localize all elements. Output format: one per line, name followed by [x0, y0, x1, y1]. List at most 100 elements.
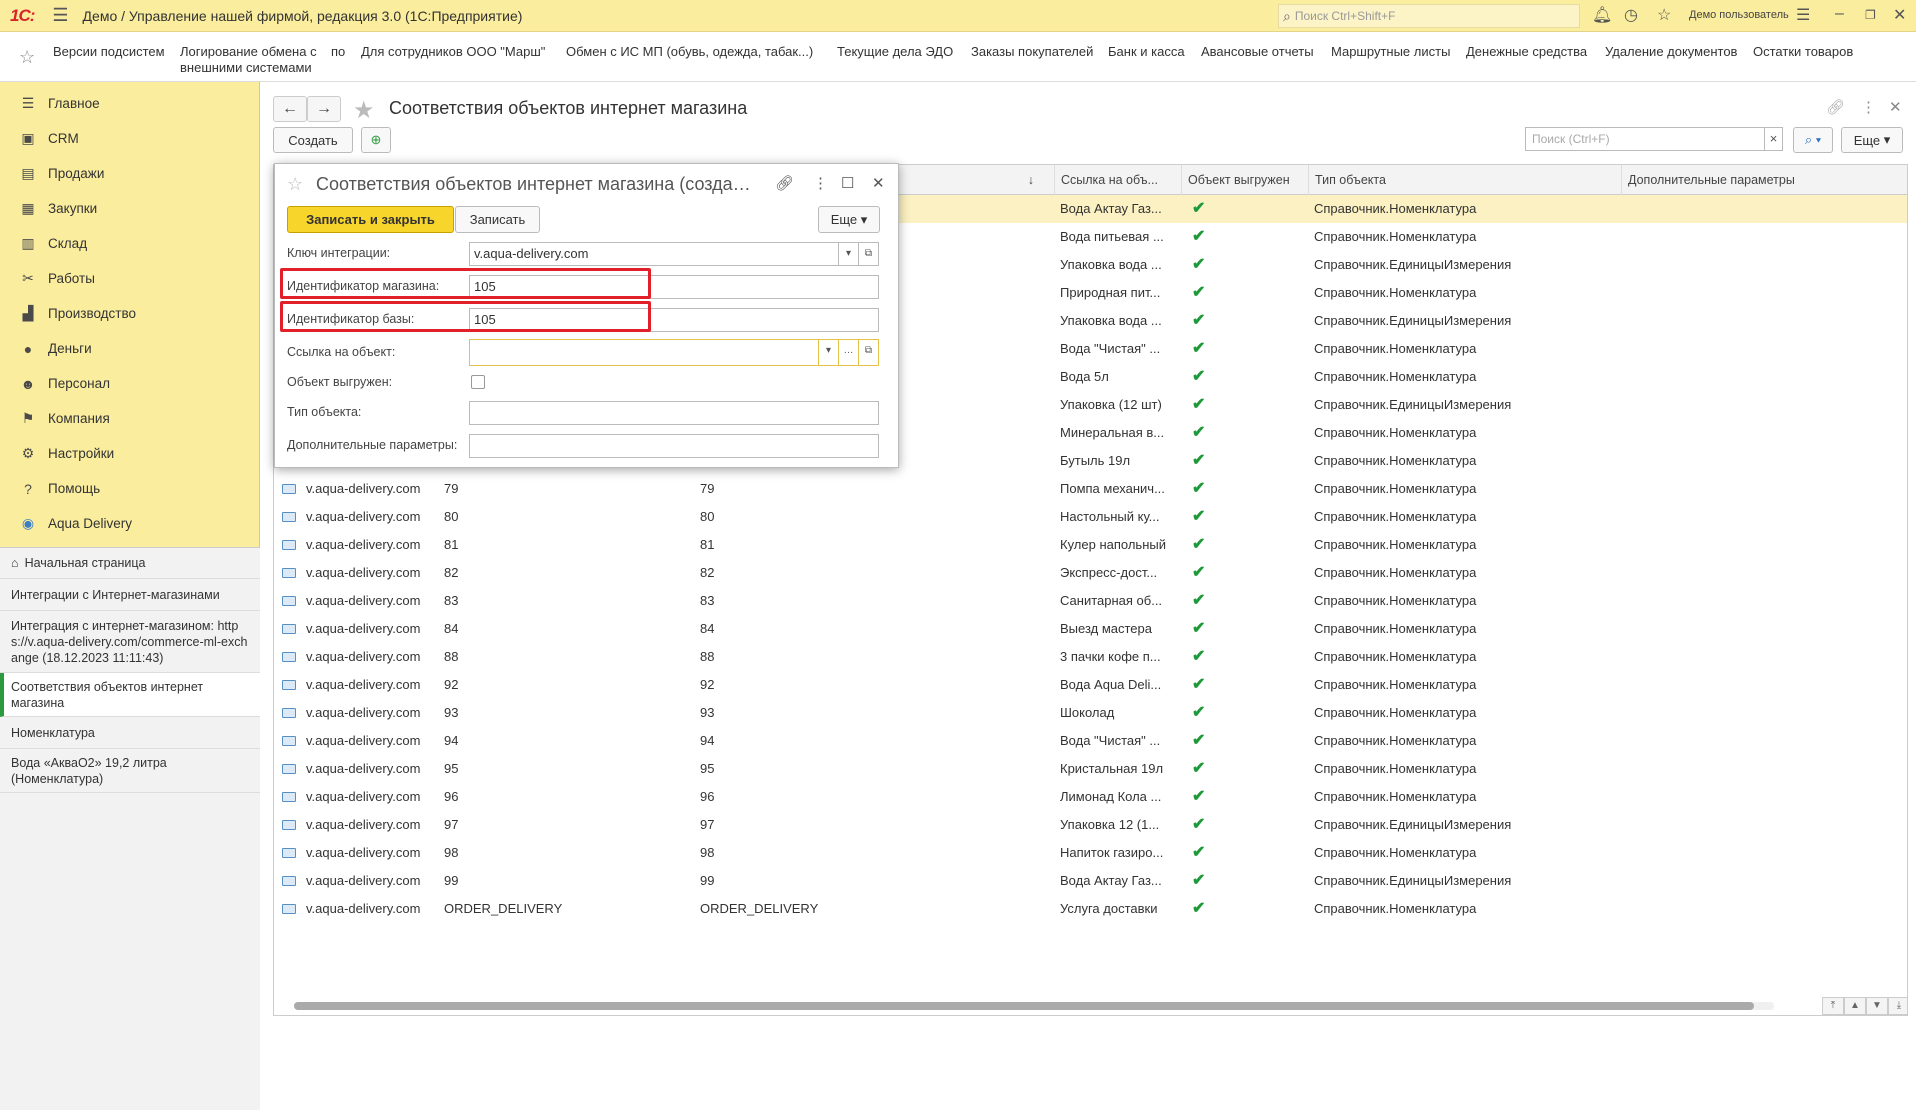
sidebar-item-purchases[interactable]: ▦ Закупки [0, 191, 260, 226]
fav-link[interactable]: Денежные средства [1466, 44, 1587, 59]
forward-button[interactable]: → [307, 96, 341, 122]
table-row[interactable]: v.aqua-delivery.com 83 83 Санитарная об... ✔… [274, 587, 1907, 615]
sidebar-item-sales[interactable]: ▤ Продажи [0, 156, 260, 191]
column-header-params[interactable]: Дополнительные параметры [1621, 165, 1907, 195]
clear-search-button[interactable]: × [1765, 127, 1783, 151]
list-search-input[interactable]: Поиск (Ctrl+F) [1525, 127, 1765, 151]
fav-link[interactable]: Авансовые отчеты [1201, 44, 1314, 59]
minimize-icon[interactable]: – [1835, 5, 1844, 23]
table-row[interactable]: v.aqua-delivery.com 88 88 3 пачки кофе п...… [274, 643, 1907, 671]
table-row[interactable]: v.aqua-delivery.com 94 94 Вода "Чистая" ...… [274, 727, 1907, 755]
sidebar-item-help[interactable]: ? Помощь [0, 471, 260, 506]
integration-key-field[interactable]: v.aqua-delivery.com [469, 242, 839, 266]
table-row[interactable]: v.aqua-delivery.com 93 93 Шоколад ✔ Справочни… [274, 699, 1907, 727]
table-row[interactable]: v.aqua-delivery.com ORDER_DELIVERY ORDER_D… [274, 895, 1907, 923]
dropdown-icon[interactable]: ▾ [819, 339, 839, 366]
open-window-item[interactable]: Вода «АкваО2» 19,2 литра (Номенклатура) [0, 749, 260, 793]
favorites-star-icon[interactable]: ☆ [1657, 5, 1671, 25]
open-window-item[interactable]: Интеграции с Интернет-магазинами [0, 579, 260, 611]
table-row[interactable]: v.aqua-delivery.com 95 95 Кристальная 19л ✔ С… [274, 755, 1907, 783]
search-button[interactable]: ⌕ ▾ [1793, 127, 1833, 153]
link-icon[interactable]: 🔗︎ [775, 174, 794, 192]
table-row[interactable]: v.aqua-delivery.com 92 92 Вода Aqua Deli...… [274, 671, 1907, 699]
dialog-more-button[interactable]: Еще ▾ [818, 206, 880, 233]
column-header-uploaded[interactable]: Объект выгружен [1181, 165, 1308, 195]
settings-menu-icon[interactable]: ☰ [1796, 5, 1810, 25]
object-link-field[interactable] [469, 339, 819, 366]
bell-icon[interactable]: 🔔︎ [1592, 5, 1612, 25]
params-field[interactable] [469, 434, 879, 458]
fav-link[interactable]: Логирование обмена с [180, 44, 317, 59]
fav-link[interactable]: Обмен с ИС МП (обувь, одежда, табак...) [566, 44, 813, 59]
table-row[interactable]: v.aqua-delivery.com 99 99 Вода Актау Газ...… [274, 867, 1907, 895]
sidebar-item-works[interactable]: ✂ Работы [0, 261, 260, 296]
create-button[interactable]: Создать [273, 127, 353, 153]
maximize-icon[interactable]: ❐ [1865, 8, 1876, 22]
more-button[interactable]: Еще ▾ [1841, 127, 1903, 153]
column-header-link[interactable]: Ссылка на объ... [1054, 165, 1181, 195]
sidebar-item-warehouse[interactable]: ▥ Склад [0, 226, 260, 261]
sidebar-item-aqua-delivery[interactable]: ◉ Aqua Delivery [0, 506, 260, 541]
fav-link-line2[interactable]: внешними системами [180, 60, 312, 75]
fav-link[interactable]: Для сотрудников ООО "Марш" [361, 44, 545, 59]
fav-link[interactable]: Заказы покупателей [971, 44, 1093, 59]
fav-link[interactable]: Текущие дела ЭДО [837, 44, 953, 59]
favorites-star-icon[interactable]: ☆ [19, 47, 35, 68]
table-row[interactable]: v.aqua-delivery.com 98 98 Напиток газиро...… [274, 839, 1907, 867]
fav-link[interactable]: Удаление документов [1605, 44, 1737, 59]
open-window-home[interactable]: ⌂ Начальная страница [0, 548, 260, 579]
horizontal-scrollbar[interactable] [294, 1002, 1774, 1010]
save-and-close-button[interactable]: Записать и закрыть [287, 206, 454, 233]
global-search-input[interactable]: ⌕ Поиск Ctrl+Shift+F [1278, 4, 1580, 28]
open-icon[interactable]: ⧉ [859, 242, 879, 266]
more-vertical-icon[interactable]: ⋮ [813, 174, 828, 192]
fav-link[interactable]: Версии подсистем [53, 44, 165, 59]
maximize-icon[interactable]: ☐ [841, 174, 854, 192]
fav-link[interactable]: Маршрутные листы [1331, 44, 1450, 59]
scroll-down-icon[interactable]: ▼ [1866, 997, 1888, 1015]
close-icon[interactable]: ✕ [872, 174, 885, 192]
close-icon[interactable]: ✕ [1893, 5, 1906, 25]
create-copy-icon[interactable]: ⊕ [361, 127, 391, 153]
sidebar-item-money[interactable]: ● Деньги [0, 331, 260, 366]
object-type-field[interactable] [469, 401, 879, 425]
open-icon[interactable]: ⧉ [859, 339, 879, 366]
fav-link[interactable]: Остатки товаров [1753, 44, 1853, 59]
table-row[interactable]: v.aqua-delivery.com 84 84 Выезд мастера ✔ Спр… [274, 615, 1907, 643]
back-button[interactable]: ← [273, 96, 307, 122]
scrollbar-thumb[interactable] [294, 1002, 1754, 1010]
sidebar-item-settings[interactable]: ⚙ Настройки [0, 436, 260, 471]
link-icon[interactable]: 🔗︎ [1826, 98, 1845, 116]
scroll-bottom-icon[interactable]: ⤓ [1888, 997, 1907, 1015]
sidebar-item-company[interactable]: ⚑ Компания [0, 401, 260, 436]
table-row[interactable]: v.aqua-delivery.com 79 79 Помпа механич... ✔… [274, 475, 1907, 503]
open-window-item[interactable]: Номенклатура [0, 717, 260, 749]
main-menu-icon[interactable]: ☰ [52, 5, 68, 26]
table-row[interactable]: v.aqua-delivery.com 82 82 Экспресс-дост... ✔… [274, 559, 1907, 587]
scroll-top-icon[interactable]: ⤒ [1822, 997, 1844, 1015]
save-button[interactable]: Записать [455, 206, 540, 233]
table-row[interactable]: v.aqua-delivery.com 96 96 Лимонад Кола ... ✔… [274, 783, 1907, 811]
sidebar-item-production[interactable]: ▟ Производство [0, 296, 260, 331]
table-row[interactable]: v.aqua-delivery.com 80 80 Настольный ку... ✔… [274, 503, 1907, 531]
open-window-item[interactable]: Интеграция с интернет-магазином: https:/… [0, 611, 260, 673]
dropdown-icon[interactable]: ▾ [839, 242, 859, 266]
table-row[interactable]: v.aqua-delivery.com 97 97 Упаковка 12 (1...… [274, 811, 1907, 839]
sidebar-item-personnel[interactable]: ☻ Персонал [0, 366, 260, 401]
user-name[interactable]: Демо пользователь [1689, 9, 1789, 21]
close-icon[interactable]: ✕ [1889, 98, 1902, 116]
bookmark-star-icon[interactable]: ★ [353, 96, 375, 125]
uploaded-checkbox[interactable] [471, 375, 485, 389]
sidebar-item-main[interactable]: ☰ Главное [0, 86, 260, 121]
scroll-up-icon[interactable]: ▲ [1844, 997, 1866, 1015]
open-window-active[interactable]: Соответствия объектов интернет магазина [0, 673, 260, 717]
sidebar-item-crm[interactable]: ▣ CRM [0, 121, 260, 156]
column-header-type[interactable]: Тип объекта [1308, 165, 1621, 195]
bookmark-star-icon[interactable]: ☆ [287, 174, 303, 195]
select-ellipsis-icon[interactable]: … [839, 339, 859, 366]
more-vertical-icon[interactable]: ⋮ [1861, 98, 1876, 116]
fav-link[interactable]: по [331, 44, 345, 59]
history-icon[interactable]: ◷ [1624, 5, 1638, 25]
fav-link[interactable]: Банк и касса [1108, 44, 1185, 59]
table-row[interactable]: v.aqua-delivery.com 81 81 Кулер напольный ✔ С… [274, 531, 1907, 559]
